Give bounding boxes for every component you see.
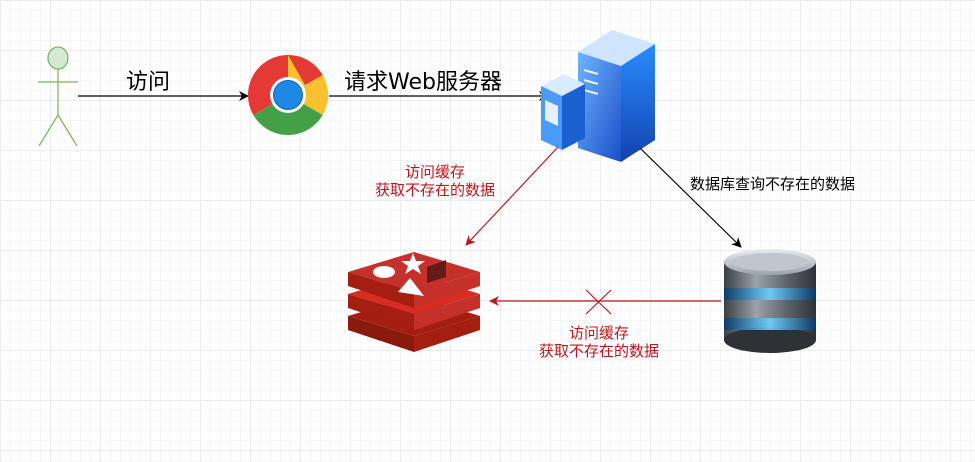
db-to-cache-label: 访问缓存 获取不存在的数据 xyxy=(514,324,684,360)
request-label: 请求Web服务器 xyxy=(344,70,502,95)
db-query-label: 数据库查询不存在的数据 xyxy=(690,175,856,193)
web-server-icon[interactable] xyxy=(541,30,655,162)
db-query-arrow[interactable] xyxy=(639,147,742,248)
blocked-cross-icon xyxy=(585,289,612,315)
db-to-cache-label-line1: 访问缓存 xyxy=(568,324,629,342)
database-icon[interactable] xyxy=(724,249,816,353)
redis-cache-icon[interactable] xyxy=(348,252,480,352)
cache-miss-label-line2: 获取不存在的数据 xyxy=(374,181,495,199)
db-to-cache-label-line2: 获取不存在的数据 xyxy=(538,342,659,360)
chrome-browser-icon[interactable] xyxy=(248,55,328,135)
cache-miss-label: 访问缓存 获取不存在的数据 xyxy=(350,163,520,199)
visit-label: 访问 xyxy=(126,70,171,95)
user-actor-icon[interactable] xyxy=(38,46,78,147)
cache-miss-label-line1: 访问缓存 xyxy=(404,163,465,181)
